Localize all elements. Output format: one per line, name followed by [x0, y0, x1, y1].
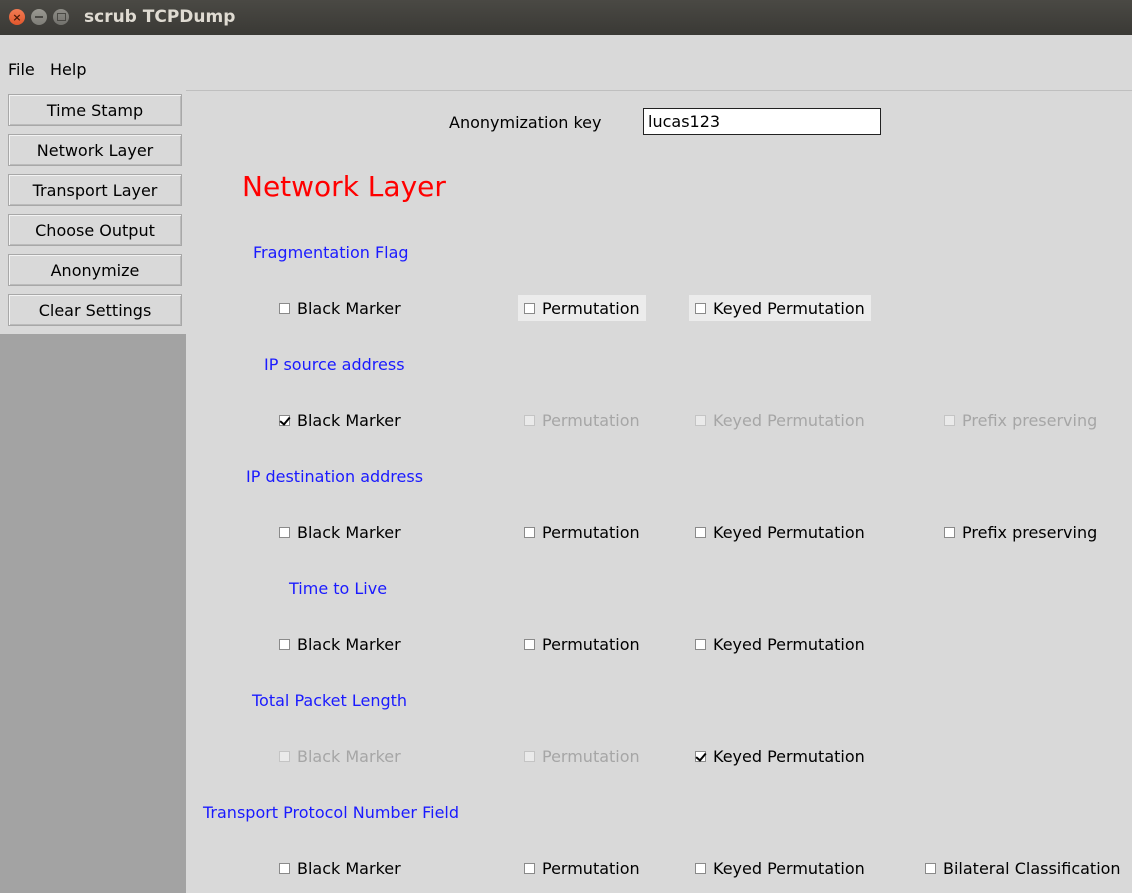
- section-transport-protocol-number-field: Transport Protocol Number Field: [203, 803, 460, 822]
- ip-source-prefix-preserving-checkbox[interactable]: Prefix preserving: [944, 407, 1097, 433]
- sidebar: Time Stamp Network Layer Transport Layer…: [0, 90, 186, 893]
- checkbox-icon: [524, 526, 535, 538]
- protocol-keyed-permutation-checkbox[interactable]: Keyed Permutation: [695, 855, 865, 881]
- transport-layer-button[interactable]: Transport Layer: [8, 174, 182, 206]
- ip-destination-keyed-permutation-checkbox[interactable]: Keyed Permutation: [695, 519, 865, 545]
- ttl-black-marker-checkbox[interactable]: Black Marker: [279, 631, 401, 657]
- checkbox-icon: [279, 862, 290, 874]
- title-bar: × scrub TCPDump: [0, 0, 1132, 35]
- section-ip-destination-address: IP destination address: [246, 467, 424, 486]
- checked-checkbox-icon: [695, 750, 706, 762]
- fragmentation-keyed-permutation-checkbox[interactable]: Keyed Permutation: [689, 295, 871, 321]
- minimize-icon: [35, 16, 43, 18]
- checkbox-icon: [524, 302, 535, 314]
- checkbox-icon: [695, 526, 706, 538]
- checkbox-icon: [695, 638, 706, 650]
- ip-source-keyed-permutation-checkbox[interactable]: Keyed Permutation: [695, 407, 865, 433]
- time-stamp-button[interactable]: Time Stamp: [8, 94, 182, 126]
- fragmentation-permutation-checkbox[interactable]: Permutation: [518, 295, 646, 321]
- menu-file[interactable]: File: [8, 60, 35, 80]
- packet-length-keyed-permutation-checkbox[interactable]: Keyed Permutation: [695, 743, 865, 769]
- choose-output-button[interactable]: Choose Output: [8, 214, 182, 246]
- checkbox-icon: [279, 638, 290, 650]
- section-time-to-live: Time to Live: [289, 579, 388, 598]
- checkbox-icon: [695, 414, 706, 426]
- section-ip-source-address: IP source address: [264, 355, 405, 374]
- checkbox-icon: [524, 414, 535, 426]
- ip-destination-prefix-preserving-checkbox[interactable]: Prefix preserving: [944, 519, 1097, 545]
- ip-source-permutation-checkbox[interactable]: Permutation: [524, 407, 640, 433]
- maximize-window-button[interactable]: [53, 9, 69, 25]
- checkbox-icon: [524, 862, 535, 874]
- network-layer-button[interactable]: Network Layer: [8, 134, 182, 166]
- ip-source-black-marker-checkbox[interactable]: Black Marker: [279, 407, 401, 433]
- menu-bar: File Help: [0, 35, 1132, 91]
- ttl-permutation-checkbox[interactable]: Permutation: [524, 631, 640, 657]
- maximize-icon: [56, 13, 66, 21]
- anonymization-key-label: Anonymization key: [449, 113, 602, 132]
- close-window-button[interactable]: ×: [9, 9, 25, 25]
- checkbox-icon: [695, 302, 706, 314]
- protocol-black-marker-checkbox[interactable]: Black Marker: [279, 855, 401, 881]
- checkbox-icon: [279, 526, 290, 538]
- clear-settings-button[interactable]: Clear Settings: [8, 294, 182, 326]
- ttl-keyed-permutation-checkbox[interactable]: Keyed Permutation: [695, 631, 865, 657]
- page-heading: Network Layer: [242, 170, 446, 203]
- packet-length-permutation-checkbox[interactable]: Permutation: [524, 743, 640, 769]
- anonymization-key-input[interactable]: [643, 108, 881, 135]
- ip-destination-black-marker-checkbox[interactable]: Black Marker: [279, 519, 401, 545]
- section-fragmentation-flag: Fragmentation Flag: [253, 243, 409, 262]
- section-total-packet-length: Total Packet Length: [252, 691, 408, 710]
- checked-checkbox-icon: [279, 414, 290, 426]
- ip-destination-permutation-checkbox[interactable]: Permutation: [524, 519, 640, 545]
- protocol-permutation-checkbox[interactable]: Permutation: [524, 855, 640, 881]
- checkbox-icon: [695, 862, 706, 874]
- window-title: scrub TCPDump: [84, 7, 236, 27]
- protocol-bilateral-classification-checkbox[interactable]: Bilateral Classification: [925, 855, 1121, 881]
- anonymize-button[interactable]: Anonymize: [8, 254, 182, 286]
- checkbox-icon: [524, 750, 535, 762]
- menu-help[interactable]: Help: [50, 60, 86, 80]
- packet-length-black-marker-checkbox[interactable]: Black Marker: [279, 743, 401, 769]
- checkbox-icon: [279, 750, 290, 762]
- checkbox-icon: [944, 526, 955, 538]
- minimize-window-button[interactable]: [31, 9, 47, 25]
- checkbox-icon: [944, 414, 955, 426]
- close-icon: ×: [12, 10, 22, 24]
- fragmentation-black-marker-checkbox[interactable]: Black Marker: [279, 295, 401, 321]
- checkbox-icon: [524, 638, 535, 650]
- checkbox-icon: [279, 302, 290, 314]
- checkbox-icon: [925, 862, 936, 874]
